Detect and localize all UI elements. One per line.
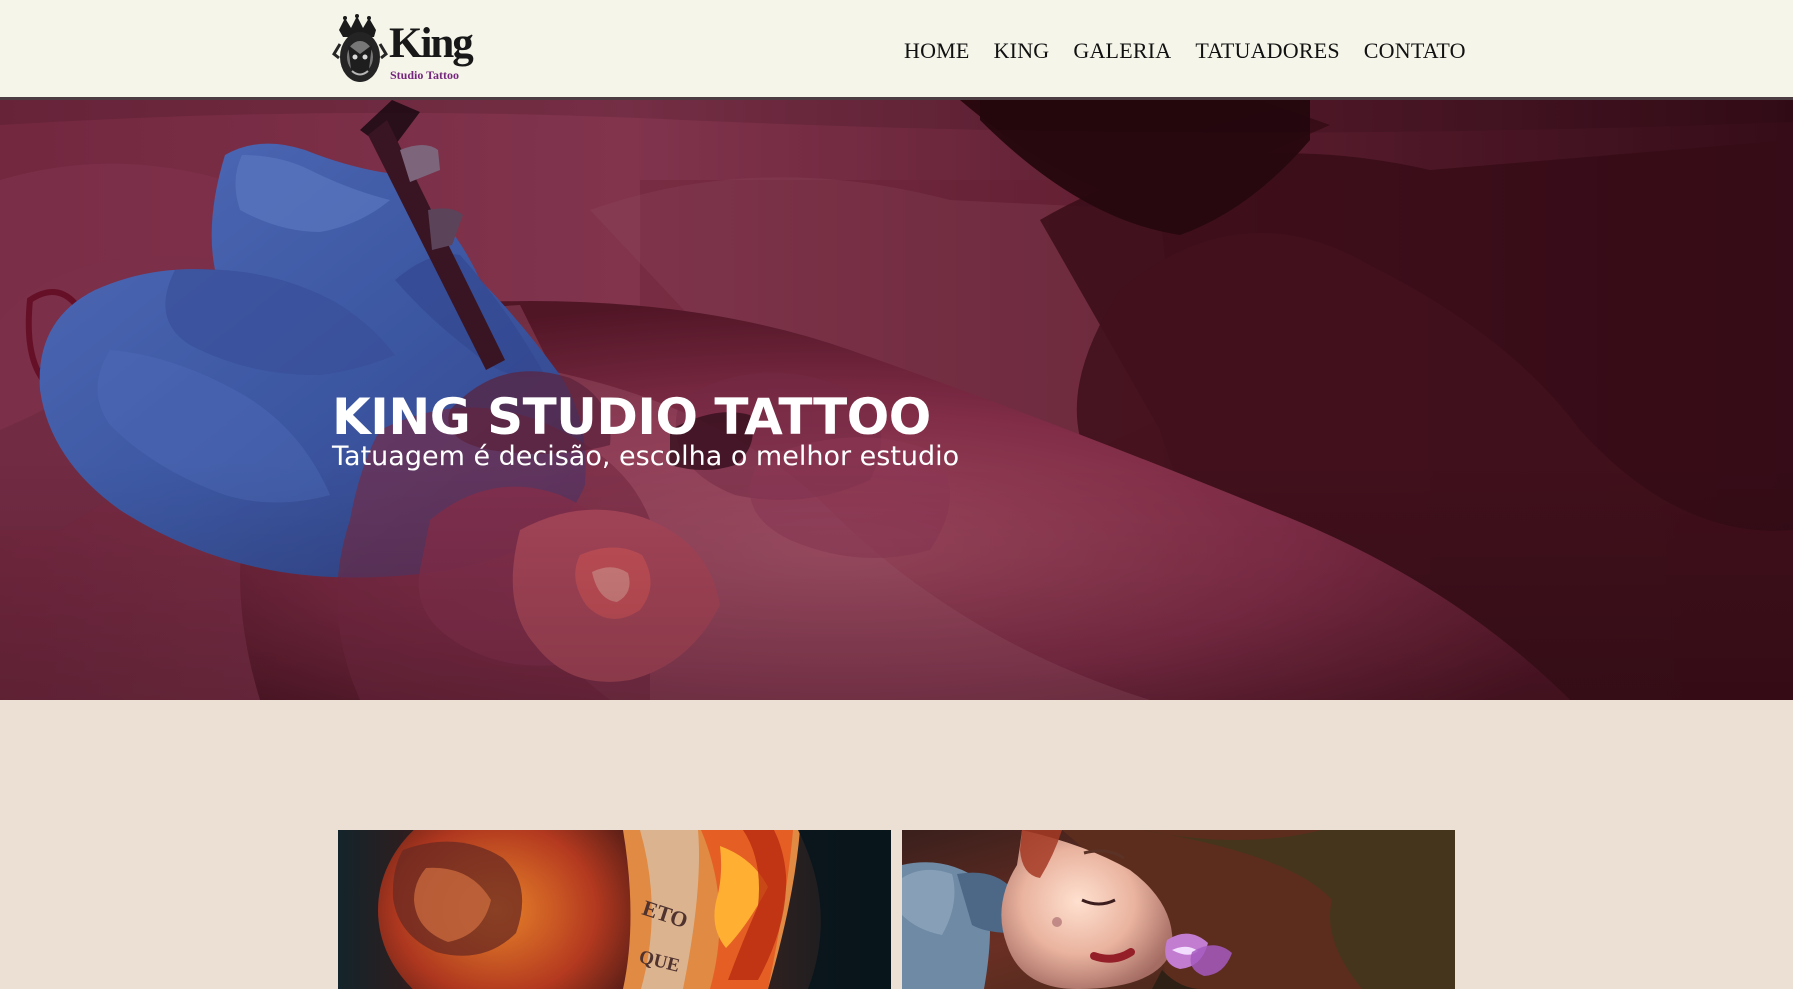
hero-subtitle: Tatuagem é decisão, escolha o melhor est… [332,441,960,472]
nav-king[interactable]: KING [994,38,1050,64]
nav-contato[interactable]: CONTATO [1364,38,1466,64]
brand-subtitle: Studio Tattoo [390,68,460,82]
crowned-lion-crest-icon [332,14,388,82]
gallery-image-tattoo-artist[interactable]: ETO QUE [338,830,891,989]
nav-tatuadores[interactable]: TATUADORES [1195,38,1339,64]
site-header: King Studio Tattoo HOME KING GALERIA TAT… [0,0,1793,100]
gallery-preview: ETO QUE [338,830,1456,989]
king-logo[interactable]: King Studio Tattoo [332,12,474,84]
hero-title: KING STUDIO TATTOO [332,387,931,446]
nav-galeria[interactable]: GALERIA [1073,38,1171,64]
main-navigation: HOME KING GALERIA TATUADORES CONTATO [904,38,1466,64]
hero-banner: KING STUDIO TATTOO Tatuagem é decisão, e… [0,100,1793,700]
brand-name: King [389,20,474,67]
gallery-image-tattooed-woman[interactable] [902,830,1455,989]
nav-home[interactable]: HOME [904,38,970,64]
